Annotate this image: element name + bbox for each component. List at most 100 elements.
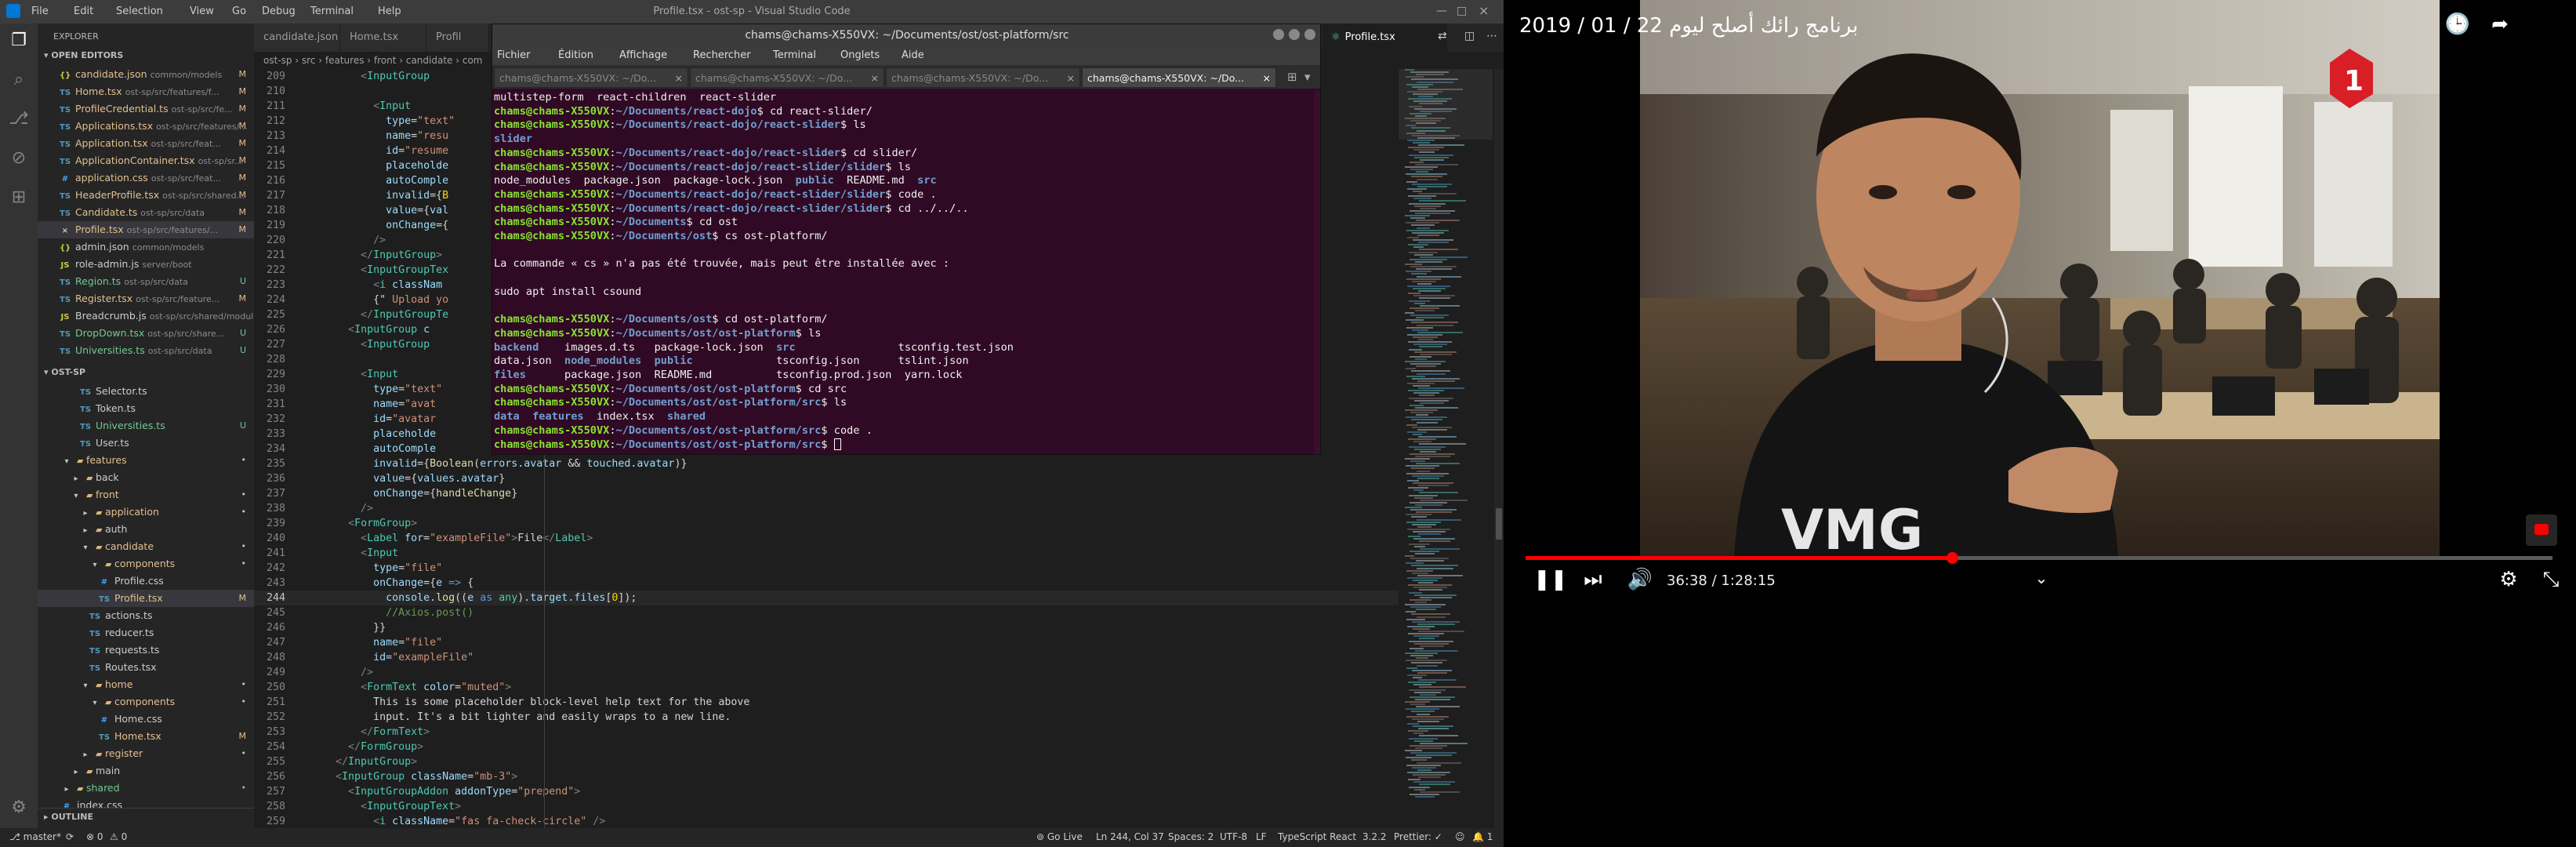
terminal-menu-6[interactable]: Aide bbox=[902, 49, 924, 61]
file-item[interactable]: TS reducer.ts bbox=[38, 624, 254, 642]
watch-later-icon[interactable]: 🕒 bbox=[2444, 13, 2471, 36]
folder-item[interactable]: ▾ ▰ features • bbox=[38, 452, 254, 469]
error-count[interactable]: ⊗ 0 bbox=[86, 831, 103, 842]
open-editors-header[interactable]: ▾ OPEN EDITORS bbox=[38, 47, 254, 64]
open-editor-item[interactable]: TS ProfileCredential.ts ost-sp/src/fe... M bbox=[38, 100, 254, 118]
window-maximize-button[interactable] bbox=[1289, 29, 1300, 40]
folder-item[interactable]: ▸ ▰ main bbox=[38, 762, 254, 780]
open-editor-item[interactable]: TS Home.tsx ost-sp/src/features/f... M bbox=[38, 83, 254, 100]
terminal-menu-5[interactable]: Onglets bbox=[840, 49, 880, 61]
file-item[interactable]: TS actions.ts bbox=[38, 607, 254, 624]
tab-candidate-json[interactable]: candidate.json bbox=[254, 24, 340, 52]
tab-profile-partial[interactable]: Profil bbox=[426, 24, 489, 52]
open-editor-item[interactable]: {} candidate.json common/models M bbox=[38, 66, 254, 83]
tab-profile-tsx[interactable]: ⚛ Profile.tsx bbox=[1322, 24, 1447, 52]
language-mode[interactable]: TypeScript React bbox=[1278, 831, 1356, 842]
window-maximize-button[interactable]: □ bbox=[1457, 5, 1467, 17]
open-editor-item[interactable]: TS Application.tsx ost-sp/src/feat... M bbox=[38, 135, 254, 152]
tab-home-tsx[interactable]: Home.tsx bbox=[340, 24, 426, 52]
folder-item[interactable]: ▾ ▰ front • bbox=[38, 486, 254, 503]
search-icon[interactable]: ⌕ bbox=[8, 69, 30, 91]
progress-bar[interactable] bbox=[1526, 552, 2552, 564]
file-item[interactable]: # Home.css bbox=[38, 711, 254, 728]
file-item[interactable]: TS Token.ts bbox=[38, 400, 254, 417]
open-editor-item[interactable]: × Profile.tsx ost-sp/src/features/... M bbox=[38, 221, 254, 238]
go-live-button[interactable]: ⊚ Go Live bbox=[1036, 831, 1083, 842]
file-item[interactable]: TS Universities.ts U bbox=[38, 417, 254, 434]
terminal-scrollbar[interactable] bbox=[1314, 90, 1320, 454]
chevron-down-icon[interactable]: ⌄ bbox=[2027, 566, 2055, 590]
open-editor-item[interactable]: {} admin.json common/models bbox=[38, 238, 254, 256]
folder-item[interactable]: ▾ ▰ components • bbox=[38, 693, 254, 711]
window-close-button[interactable]: × bbox=[1478, 3, 1489, 18]
editor-scrollbar[interactable] bbox=[1494, 69, 1504, 828]
terminal-output[interactable]: multistep-form react-children react-slid… bbox=[492, 90, 1320, 454]
youtube-logo-icon[interactable] bbox=[2526, 514, 2557, 546]
outline-header[interactable]: ▸ OUTLINE bbox=[38, 808, 254, 825]
encoding-setting[interactable]: UTF-8 bbox=[1220, 831, 1247, 842]
window-minimize-button[interactable] bbox=[1273, 29, 1284, 40]
terminal-tab-active[interactable]: chams@chams-X550VX: ~/Do... × bbox=[1082, 67, 1276, 88]
open-editor-item[interactable]: # application.css ost-sp/src/feat... M bbox=[38, 169, 254, 187]
extensions-icon[interactable]: ⊞ bbox=[8, 187, 30, 209]
project-header[interactable]: ▾ OST-SP bbox=[38, 364, 254, 381]
terminal-menu-1[interactable]: Édition bbox=[558, 49, 593, 61]
open-changes-icon[interactable]: ⇄ bbox=[1438, 30, 1447, 42]
source-control-icon[interactable]: ⎇ bbox=[8, 108, 30, 130]
open-editor-item[interactable]: TS DropDown.tsx ost-sp/src/share... U bbox=[38, 325, 254, 342]
video-frame[interactable]: VMG 1 bbox=[1640, 0, 2440, 557]
warning-count[interactable]: ⚠ 0 bbox=[110, 831, 127, 842]
indentation-setting[interactable]: Spaces: 2 bbox=[1168, 831, 1214, 842]
eol-setting[interactable]: LF bbox=[1256, 831, 1267, 842]
file-item[interactable]: TS requests.ts bbox=[38, 642, 254, 659]
progress-scrubber-handle[interactable] bbox=[1946, 552, 1958, 564]
split-editor-icon[interactable]: ◫ bbox=[1464, 30, 1475, 42]
terminal-menu-4[interactable]: Terminal bbox=[773, 49, 816, 61]
file-item[interactable]: TS Routes.tsx bbox=[38, 659, 254, 676]
folder-item[interactable]: ▾ ▰ components • bbox=[38, 555, 254, 573]
folder-item[interactable]: ▸ ▰ shared • bbox=[38, 780, 254, 797]
file-item[interactable]: TS Home.tsx M bbox=[38, 728, 254, 745]
folder-item[interactable]: ▸ ▰ back bbox=[38, 469, 254, 486]
open-editor-item[interactable]: TS Register.tsx ost-sp/src/feature... M bbox=[38, 290, 254, 307]
terminal-menu-3[interactable]: Rechercher bbox=[693, 49, 751, 61]
open-editor-item[interactable]: TS Applications.tsx ost-sp/src/features/..… bbox=[38, 118, 254, 135]
gear-icon[interactable]: ⚙ bbox=[8, 797, 30, 819]
explorer-files-icon[interactable]: ❐ bbox=[8, 30, 30, 52]
terminal-tab[interactable]: chams@chams-X550VX: ~/Do... × bbox=[690, 67, 884, 88]
branch-indicator[interactable]: ⎇ master* bbox=[9, 831, 61, 842]
folder-item[interactable]: ▸ ▰ application • bbox=[38, 503, 254, 521]
open-editor-item[interactable]: TS HeaderProfile.tsx ost-sp/src/shared... M bbox=[38, 187, 254, 204]
open-editor-item[interactable]: JS role-admin.js server/boot bbox=[38, 256, 254, 273]
file-item[interactable]: TS Profile.tsx M bbox=[38, 590, 254, 607]
notifications-bell[interactable]: 🔔 1 bbox=[1472, 831, 1493, 842]
close-icon[interactable]: × bbox=[871, 68, 879, 87]
smiley-feedback-icon[interactable]: ☺ bbox=[1455, 831, 1465, 842]
minimap-viewport[interactable] bbox=[1399, 69, 1493, 140]
minimap[interactable] bbox=[1399, 69, 1493, 828]
open-editor-item[interactable]: TS Candidate.ts ost-sp/src/data M bbox=[38, 204, 254, 221]
sync-icon[interactable]: ⟳ bbox=[66, 831, 74, 842]
video-title[interactable]: برنامج رائك أصلح ليوم 22 / 01 / 2019 bbox=[1519, 14, 1858, 38]
folder-item[interactable]: ▸ ▰ register • bbox=[38, 745, 254, 762]
file-item[interactable]: TS User.ts bbox=[38, 434, 254, 452]
tabs-menu-icon[interactable]: ▾ bbox=[1304, 70, 1311, 84]
terminal-menu-2[interactable]: Affichage bbox=[619, 49, 667, 61]
window-minimize-button[interactable]: — bbox=[1436, 5, 1447, 17]
ts-version[interactable]: 3.2.2 bbox=[1362, 831, 1387, 842]
folder-item[interactable]: ▸ ▰ auth bbox=[38, 521, 254, 538]
debug-icon[interactable]: ⊘ bbox=[8, 147, 30, 169]
share-icon[interactable]: ➦ bbox=[2487, 13, 2513, 36]
more-actions-icon[interactable]: ⋯ bbox=[1486, 30, 1497, 42]
close-icon[interactable]: × bbox=[1067, 68, 1075, 87]
open-editor-item[interactable]: TS Region.ts ost-sp/src/data U bbox=[38, 273, 254, 290]
exit-fullscreen-icon[interactable]: ⤡ bbox=[2537, 568, 2565, 591]
open-editor-item[interactable]: TS ApplicationContainer.tsx ost-sp/sr... M bbox=[38, 152, 254, 169]
scrollbar-thumb[interactable] bbox=[1496, 508, 1502, 540]
open-editor-item[interactable]: JS Breadcrumb.js ost-sp/src/shared/modul..… bbox=[38, 307, 254, 325]
settings-gear-icon[interactable]: ⚙ bbox=[2494, 568, 2523, 591]
file-item[interactable]: # Profile.css bbox=[38, 573, 254, 590]
volume-button[interactable]: 🔊 bbox=[1626, 568, 1654, 591]
close-icon[interactable]: × bbox=[1263, 68, 1271, 87]
folder-item[interactable]: ▾ ▰ home • bbox=[38, 676, 254, 693]
